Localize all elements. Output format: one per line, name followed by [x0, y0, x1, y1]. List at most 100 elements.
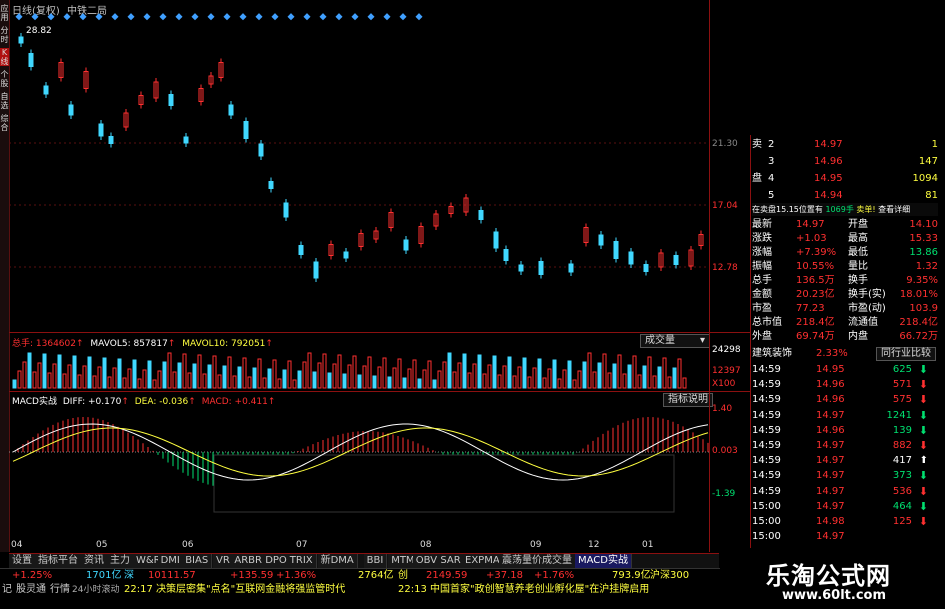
sector-name[interactable]: 建筑装饰 [752, 348, 792, 359]
order-alert[interactable]: 在卖盘15.15位置有 1069手 卖单! 查看详细 [752, 203, 938, 216]
arrow-down-red-icon: ⬇ [918, 393, 928, 407]
arrow-down-green-icon: ⬇ [918, 499, 928, 513]
divider [750, 135, 751, 552]
indicator-tab[interactable]: ARBR [231, 554, 266, 568]
arrow-down-red-icon: ⬇ [918, 378, 928, 392]
date-label: 05 [96, 540, 108, 550]
volume-bar [72, 355, 77, 389]
volume-bar [287, 360, 292, 389]
divider [709, 0, 710, 552]
signal-diamond [335, 13, 343, 21]
indicator-tab[interactable]: 设置 [9, 554, 36, 568]
tick-row: 14:59 14.97 882 ⬇ [752, 439, 928, 452]
volume-bar [447, 352, 452, 389]
candle-body [28, 53, 34, 67]
left-nav-item-kline[interactable]: K线 [0, 48, 9, 66]
indicator-tab[interactable]: 指标平台 [35, 554, 82, 568]
volume-indicator-button[interactable]: 成交量 ▾ [640, 334, 710, 348]
candle-body [493, 231, 499, 249]
indicator-tab[interactable]: 震荡量价成交量 [499, 554, 576, 568]
signal-diamond [223, 13, 231, 21]
indicator-tab[interactable]: MACD实战 [575, 554, 632, 568]
volume-bar [102, 357, 107, 389]
news-headline[interactable]: 中国首家"政创智慧养老创业孵化屋"在沪挂牌启用 [430, 583, 649, 597]
volume-bar [52, 363, 57, 389]
candle-body [258, 143, 264, 157]
volume-bar [57, 354, 62, 389]
volume-bar [547, 368, 552, 389]
signal-diamond [79, 13, 87, 21]
news-tab[interactable]: 记 [2, 583, 12, 597]
order-row: 3 14.96 147 [768, 156, 938, 167]
signal-diamond [31, 13, 39, 21]
candle-body [68, 104, 74, 116]
volume-bar [267, 368, 272, 389]
indicator-tab[interactable]: BIAS [182, 554, 213, 568]
volume-bar [367, 356, 372, 389]
indicator-tab[interactable]: TRIX [286, 554, 317, 568]
macd-axis-label: 0.003 [712, 446, 738, 456]
volume-bar [117, 358, 122, 389]
date-label: 06 [182, 540, 194, 550]
date-label: 12 [588, 540, 600, 550]
news-tab[interactable]: 24小时滚动 [72, 583, 119, 597]
candle-body [643, 264, 649, 272]
candle-body [43, 85, 49, 95]
signal-diamond [351, 13, 359, 21]
industry-compare-button[interactable]: 同行业比较 [876, 347, 936, 361]
volume-bar [552, 359, 557, 389]
indicator-tab[interactable]: DMI [157, 554, 184, 568]
volume-bar [442, 361, 447, 389]
signal-diamond [207, 13, 215, 21]
quote-row: 振幅 10.55% 量比 1.32 [752, 261, 938, 272]
left-nav-item[interactable]: 个股 [0, 70, 9, 88]
price-axis-label: 17.04 [712, 201, 738, 211]
volume-bar [22, 361, 27, 389]
volume-bar [627, 364, 632, 389]
volume-bar [522, 357, 527, 389]
kline-chart[interactable] [9, 0, 709, 552]
volume-bar [32, 371, 37, 389]
candle-body [478, 210, 484, 220]
volume-bar [657, 366, 662, 389]
volume-bar [252, 367, 257, 389]
news-headline[interactable]: 决策层密集"点名"互联网金融将强监管时代 [156, 583, 345, 597]
watermark-url: www.60lt.com [782, 588, 887, 603]
indicator-tab[interactable]: 资讯 [81, 554, 108, 568]
volume-bar [397, 358, 402, 389]
news-tab[interactable]: 行情 [50, 583, 70, 597]
left-nav-item[interactable]: 分时 [0, 26, 9, 44]
macd-diff: DIFF: +0.170 [62, 397, 122, 407]
volume-bar [607, 372, 612, 389]
volume-bar [242, 357, 247, 389]
volume-bar [572, 379, 577, 389]
volume-bar [212, 355, 217, 389]
volume-bar [87, 356, 92, 389]
indicator-tab[interactable]: BBI [363, 554, 388, 568]
order-row: 盘 4 14.95 1094 [752, 173, 938, 184]
volume-bar [362, 365, 367, 389]
indicator-tab[interactable]: 主力 [107, 554, 134, 568]
news-tab[interactable]: 股灵通 [16, 583, 46, 597]
divider [9, 332, 750, 333]
volume-bar [497, 374, 502, 389]
quote-row: 总市值 218.4亿 流通值 218.4亿 [752, 317, 938, 328]
volume-bar [417, 378, 422, 389]
tick-row: 14:59 14.96 575 ⬇ [752, 393, 928, 407]
indicator-tab[interactable]: EXPMA [462, 554, 504, 568]
volume-bar [632, 355, 637, 389]
indicator-help-button[interactable]: 指标说明 [663, 393, 713, 407]
date-label: 04 [11, 540, 23, 550]
volume-bar [47, 372, 52, 389]
indicator-tab[interactable]: 新DMA [317, 554, 358, 568]
volume-bar [387, 376, 392, 389]
volume-bar [92, 375, 97, 389]
left-nav-item[interactable]: 综合 [0, 114, 9, 132]
left-nav-item[interactable]: 应用 [0, 4, 9, 22]
volume-bar [637, 374, 642, 389]
indicator-tab[interactable]: SAR [437, 554, 465, 568]
volume-bar [612, 363, 617, 389]
price-axis-label: 21.30 [712, 139, 738, 149]
left-nav-item[interactable]: 自选 [0, 92, 9, 110]
volume-bar [642, 365, 647, 389]
